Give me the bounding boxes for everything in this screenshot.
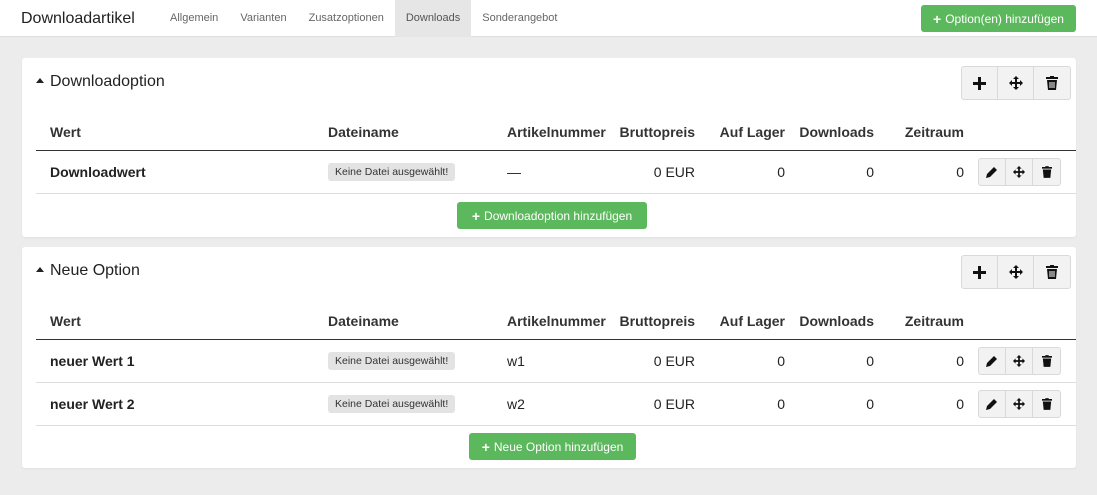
option-panel-downloadoption: Downloadoption Wert Dateiname Artikelnum… bbox=[22, 58, 1076, 237]
add-downloadoption-button[interactable]: + Downloadoption hinzufügen bbox=[457, 202, 647, 229]
panel-header: Downloadoption bbox=[22, 58, 1076, 108]
cell-auf-lager: 0 bbox=[777, 353, 785, 369]
cell-artikelnummer: — bbox=[507, 164, 521, 180]
tab-bar: Allgemein Varianten Zusatzoptionen Downl… bbox=[159, 0, 568, 37]
column-header-artikelnummer: Artikelnummer bbox=[507, 124, 606, 140]
tab-sonderangebot[interactable]: Sonderangebot bbox=[471, 0, 568, 37]
add-downloadoption-label: Downloadoption hinzufügen bbox=[484, 208, 633, 223]
plus-icon bbox=[973, 265, 986, 279]
table-row: neuer Wert 1 Keine Datei ausgewählt! w1 … bbox=[36, 340, 1076, 383]
edit-row-button[interactable] bbox=[979, 159, 1006, 185]
panel-actions bbox=[961, 66, 1071, 100]
cell-zeitraum: 0 bbox=[956, 353, 964, 369]
add-value-button[interactable] bbox=[962, 256, 998, 288]
tab-downloads[interactable]: Downloads bbox=[394, 0, 472, 37]
plus-icon: + bbox=[481, 438, 490, 455]
cell-zeitraum: 0 bbox=[956, 164, 964, 180]
plus-icon: + bbox=[471, 207, 481, 224]
edit-row-button[interactable] bbox=[979, 348, 1006, 374]
column-header-bruttopreis: Bruttopreis bbox=[619, 124, 695, 140]
move-option-button[interactable] bbox=[998, 256, 1034, 288]
top-bar: Downloadartikel Allgemein Varianten Zusa… bbox=[0, 0, 1097, 37]
cell-wert: Downloadwert bbox=[50, 164, 146, 180]
column-header-bruttopreis: Bruttopreis bbox=[619, 313, 695, 329]
move-row-button[interactable] bbox=[1006, 159, 1033, 185]
column-header-wert: Wert bbox=[50, 124, 81, 140]
cell-downloads: 0 bbox=[866, 353, 874, 369]
move-icon bbox=[1013, 166, 1025, 178]
caret-up-icon[interactable] bbox=[36, 267, 44, 272]
tab-varianten[interactable]: Varianten bbox=[229, 0, 297, 37]
column-header-dateiname: Dateiname bbox=[328, 313, 399, 329]
trash-icon bbox=[1046, 265, 1058, 279]
column-header-downloads: Downloads bbox=[799, 124, 874, 140]
delete-row-button[interactable] bbox=[1033, 159, 1060, 185]
move-row-button[interactable] bbox=[1006, 391, 1033, 417]
table-row: Downloadwert Keine Datei ausgewählt! — 0… bbox=[36, 151, 1076, 194]
column-header-zeitraum: Zeitraum bbox=[904, 313, 964, 329]
plus-icon bbox=[973, 76, 986, 90]
edit-row-button[interactable] bbox=[979, 391, 1006, 417]
tab-zusatzoptionen[interactable]: Zusatzoptionen bbox=[298, 0, 395, 37]
delete-row-button[interactable] bbox=[1033, 348, 1060, 374]
caret-up-icon[interactable] bbox=[36, 78, 44, 83]
pencil-icon bbox=[986, 356, 997, 367]
add-value-button[interactable] bbox=[962, 67, 998, 99]
table-row: neuer Wert 2 Keine Datei ausgewählt! w2 … bbox=[36, 383, 1076, 426]
add-options-label: Option(en) hinzufügen bbox=[945, 11, 1064, 26]
panel-title: Downloadoption bbox=[50, 73, 165, 90]
cell-bruttopreis: 0 EUR bbox=[653, 353, 695, 369]
file-status-badge: Keine Datei ausgewählt! bbox=[328, 163, 456, 181]
plus-icon: + bbox=[933, 10, 942, 27]
row-actions bbox=[978, 390, 1061, 418]
cell-wert: neuer Wert 2 bbox=[50, 396, 135, 412]
cell-bruttopreis: 0 EUR bbox=[653, 396, 695, 412]
trash-icon bbox=[1046, 76, 1058, 90]
column-header-auf-lager: Auf Lager bbox=[719, 124, 785, 140]
delete-row-button[interactable] bbox=[1033, 391, 1060, 417]
cell-artikelnummer: w2 bbox=[507, 396, 525, 412]
row-actions bbox=[978, 347, 1061, 375]
trash-icon bbox=[1041, 398, 1052, 410]
pencil-icon bbox=[986, 399, 997, 410]
page-title: Downloadartikel bbox=[21, 10, 135, 27]
cell-artikelnummer: w1 bbox=[507, 353, 525, 369]
column-header-wert: Wert bbox=[50, 313, 81, 329]
move-option-button[interactable] bbox=[998, 67, 1034, 99]
file-status-badge: Keine Datei ausgewählt! bbox=[328, 352, 456, 370]
column-header-zeitraum: Zeitraum bbox=[904, 124, 964, 140]
tab-allgemein[interactable]: Allgemein bbox=[159, 0, 229, 37]
delete-option-button[interactable] bbox=[1034, 256, 1070, 288]
option-panel-neue-option: Neue Option Wert Dateiname Artikelnummer… bbox=[22, 247, 1076, 468]
panel-actions bbox=[961, 255, 1071, 289]
move-icon bbox=[1013, 355, 1025, 367]
trash-icon bbox=[1041, 355, 1052, 367]
move-row-button[interactable] bbox=[1006, 348, 1033, 374]
column-header-dateiname: Dateiname bbox=[328, 124, 399, 140]
cell-downloads: 0 bbox=[866, 396, 874, 412]
file-status-badge: Keine Datei ausgewählt! bbox=[328, 395, 456, 413]
column-header-downloads: Downloads bbox=[799, 313, 874, 329]
cell-auf-lager: 0 bbox=[777, 164, 785, 180]
cell-wert: neuer Wert 1 bbox=[50, 353, 135, 369]
add-options-button[interactable]: + Option(en) hinzufügen bbox=[921, 5, 1076, 32]
panel-header: Neue Option bbox=[22, 247, 1076, 297]
cell-auf-lager: 0 bbox=[777, 396, 785, 412]
trash-icon bbox=[1041, 166, 1052, 178]
row-actions bbox=[978, 158, 1061, 186]
add-neue-option-button[interactable]: + Neue Option hinzufügen bbox=[469, 433, 636, 460]
move-icon bbox=[1008, 76, 1023, 90]
delete-option-button[interactable] bbox=[1034, 67, 1070, 99]
cell-bruttopreis: 0 EUR bbox=[653, 164, 695, 180]
add-neue-option-label: Neue Option hinzufügen bbox=[493, 439, 624, 454]
pencil-icon bbox=[986, 167, 997, 178]
move-icon bbox=[1013, 398, 1025, 410]
cell-zeitraum: 0 bbox=[956, 396, 964, 412]
move-icon bbox=[1008, 265, 1023, 279]
column-header-artikelnummer: Artikelnummer bbox=[507, 313, 606, 329]
column-header-auf-lager: Auf Lager bbox=[719, 313, 785, 329]
cell-downloads: 0 bbox=[866, 164, 874, 180]
panel-title: Neue Option bbox=[50, 262, 140, 279]
